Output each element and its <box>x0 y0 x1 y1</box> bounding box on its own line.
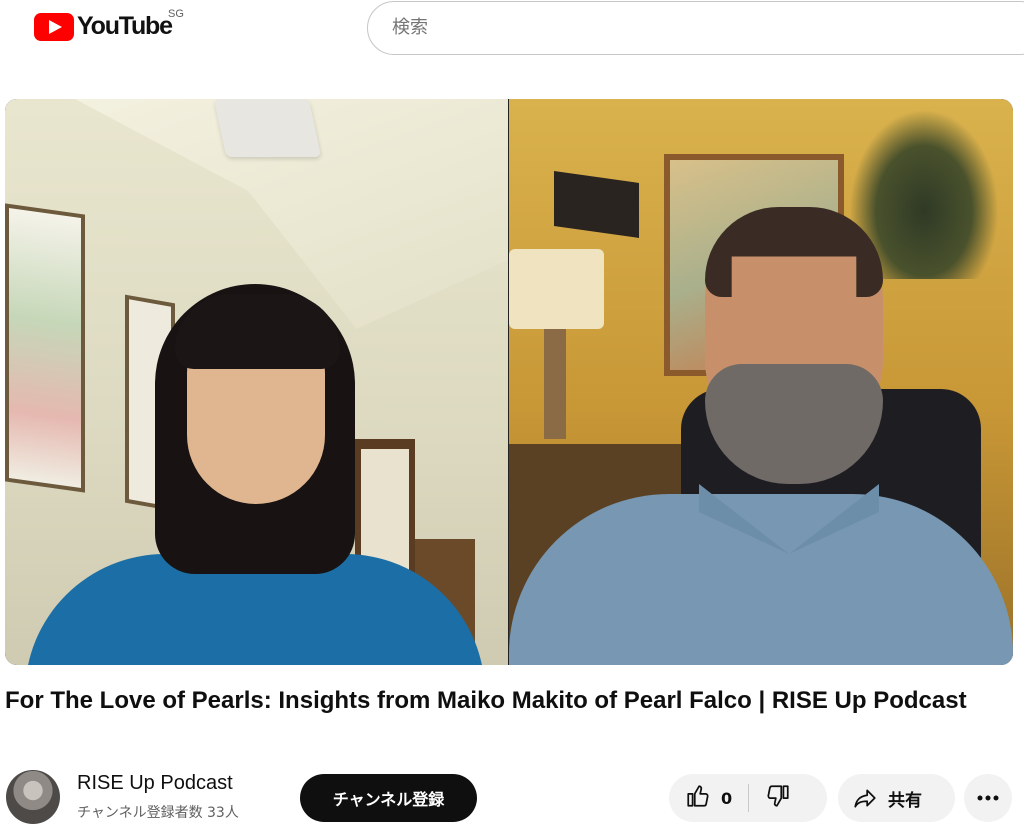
like-count: 0 <box>721 788 733 808</box>
video-pane-right <box>509 99 1013 665</box>
channel-avatar[interactable] <box>6 770 60 824</box>
like-dislike-group: 0 <box>669 774 827 822</box>
video-player[interactable] <box>5 99 1013 665</box>
thumbs-up-icon <box>685 783 711 814</box>
more-dots-icon <box>976 789 1000 807</box>
thumbs-down-icon <box>765 783 791 814</box>
logo-wordmark: YouTube <box>77 12 173 40</box>
dislike-button[interactable] <box>749 774 791 822</box>
channel-name[interactable]: RISE Up Podcast <box>77 772 233 795</box>
share-button[interactable]: 共有 <box>838 774 955 822</box>
share-arrow-icon <box>852 785 878 811</box>
youtube-play-icon <box>34 12 74 41</box>
like-button[interactable]: 0 <box>669 774 748 822</box>
masthead: YouTube SG <box>0 0 1024 60</box>
video-title: For The Love of Pearls: Insights from Ma… <box>5 687 967 714</box>
video-pane-left <box>5 99 508 665</box>
subscriber-count: チャンネル登録者数 33人 <box>77 805 239 821</box>
more-actions-button[interactable] <box>964 774 1012 822</box>
search-box[interactable] <box>367 1 1024 55</box>
region-code: SG <box>168 8 184 20</box>
share-label: 共有 <box>888 790 922 811</box>
youtube-logo[interactable]: YouTube <box>34 12 173 41</box>
search-input[interactable] <box>390 16 994 39</box>
subscribe-button[interactable]: チャンネル登録 <box>300 774 477 822</box>
